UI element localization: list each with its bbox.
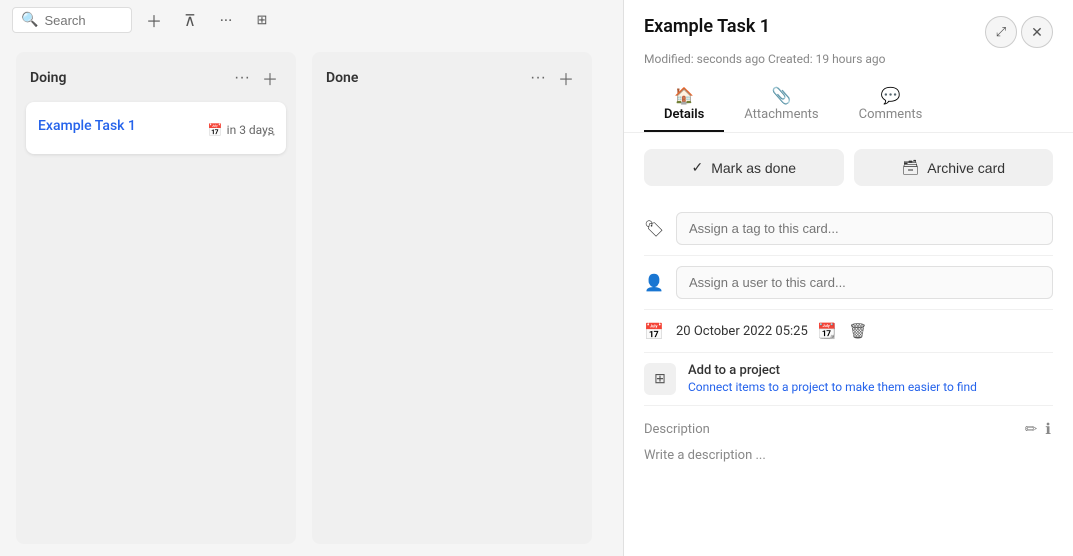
board-area: 🔍 ＋ ⊼ ··· ⊞ Doing ··· ＋ Example Task 1 <box>0 0 623 556</box>
tab-attachments[interactable]: 📎 Attachments <box>724 78 838 132</box>
tab-attachments-label: Attachments <box>744 107 818 122</box>
home-icon: 🏠 <box>674 86 694 105</box>
detail-title: Example Task 1 <box>644 16 770 37</box>
detail-body: ✓ Mark as done 🗃 Archive card 🏷 👤 📅 20 O… <box>624 133 1073 556</box>
date-field: 📅 20 October 2022 05:25 📆 🗑 <box>644 310 1053 353</box>
description-info-button[interactable]: ℹ <box>1043 418 1053 440</box>
project-text: Add to a project Connect items to a proj… <box>688 363 1053 394</box>
tag-icon: 🏷 <box>644 219 664 239</box>
column-add-done[interactable]: ＋ <box>554 64 578 92</box>
detail-header-actions: ⤢ ✕ <box>985 16 1053 48</box>
close-icon: ✕ <box>1031 24 1043 41</box>
description-section: Description ✏ ℹ Write a description ... <box>644 406 1053 475</box>
archive-icon: 🗃 <box>901 159 919 176</box>
description-header: Description ✏ ℹ <box>644 418 1053 440</box>
projects-glyph: ⊞ <box>654 371 666 387</box>
description-actions: ✏ ℹ <box>1023 418 1053 440</box>
column-doing: Doing ··· ＋ Example Task 1 📅 in 3 days ·… <box>16 52 296 544</box>
mark-done-label: Mark as done <box>711 160 796 176</box>
project-icon: ⊞ <box>644 363 676 395</box>
project-field[interactable]: ⊞ Add to a project Connect items to a pr… <box>644 353 1053 406</box>
action-buttons: ✓ Mark as done 🗃 Archive card <box>644 149 1053 186</box>
trash-icon: 🗑 <box>848 323 867 340</box>
column-actions-doing: ··· ＋ <box>230 64 282 92</box>
board-columns: Doing ··· ＋ Example Task 1 📅 in 3 days ·… <box>0 40 623 556</box>
tag-input[interactable] <box>676 212 1053 245</box>
mark-done-button[interactable]: ✓ Mark as done <box>644 149 844 186</box>
project-title: Add to a project <box>688 363 1053 378</box>
description-placeholder[interactable]: Write a description ... <box>644 448 1053 463</box>
search-icon: 🔍 <box>21 12 38 28</box>
column-header-doing: Doing ··· ＋ <box>26 62 286 94</box>
date-content: 20 October 2022 05:25 📆 🗑 <box>676 320 1053 342</box>
tab-comments-label: Comments <box>859 107 923 122</box>
paperclip-icon: 📎 <box>771 86 791 105</box>
column-done: Done ··· ＋ <box>312 52 592 544</box>
search-input[interactable] <box>44 13 124 28</box>
column-title-done: Done <box>326 70 358 86</box>
add-icon[interactable]: ＋ <box>140 6 168 34</box>
column-header-done: Done ··· ＋ <box>322 62 582 94</box>
external-link-icon: ⤢ <box>996 24 1006 40</box>
user-field: 👤 <box>644 256 1053 310</box>
archive-card-button[interactable]: 🗃 Archive card <box>854 149 1054 186</box>
date-value: 20 October 2022 05:25 <box>676 324 808 339</box>
card-meta: Example Task 1 📅 in 3 days <box>38 118 274 142</box>
tab-comments[interactable]: 💬 Comments <box>839 78 943 132</box>
calendar-icon: 📅 <box>208 123 223 137</box>
date-delete-button[interactable]: 🗑 <box>846 320 869 342</box>
tag-field: 🏷 <box>644 202 1053 256</box>
project-subtitle: Connect items to a project to make them … <box>688 380 1053 394</box>
more-icon[interactable]: ··· <box>212 6 240 34</box>
detail-panel: Example Task 1 ⤢ ✕ Modified: seconds ago… <box>623 0 1073 556</box>
column-add-doing[interactable]: ＋ <box>258 64 282 92</box>
detail-title-row: Example Task 1 ⤢ ✕ <box>644 16 1053 48</box>
tab-details[interactable]: 🏠 Details <box>644 78 724 132</box>
column-title-doing: Doing <box>30 70 66 86</box>
view-icon[interactable]: ⊞ <box>248 6 276 34</box>
open-external-button[interactable]: ⤢ <box>985 16 1017 48</box>
tab-details-label: Details <box>664 107 704 122</box>
column-actions-done: ··· ＋ <box>526 64 578 92</box>
card-example-task-1[interactable]: Example Task 1 📅 in 3 days ··· <box>26 102 286 154</box>
user-icon: 👤 <box>644 273 664 293</box>
detail-meta: Modified: seconds ago Created: 19 hours … <box>644 52 1053 66</box>
board-toolbar: 🔍 ＋ ⊼ ··· ⊞ <box>0 0 623 40</box>
checkmark-icon: ✓ <box>691 159 703 176</box>
close-panel-button[interactable]: ✕ <box>1021 16 1053 48</box>
card-title: Example Task 1 <box>38 118 136 134</box>
comment-icon: 💬 <box>881 86 901 105</box>
description-label: Description <box>644 422 710 437</box>
description-edit-button[interactable]: ✏ <box>1023 418 1040 440</box>
user-input[interactable] <box>676 266 1053 299</box>
archive-label: Archive card <box>927 160 1005 176</box>
date-icon: 📅 <box>644 321 664 341</box>
calendar-picker-icon: 📆 <box>818 323 837 340</box>
column-more-done[interactable]: ··· <box>526 67 550 89</box>
detail-tabs: 🏠 Details 📎 Attachments 💬 Comments <box>644 78 1053 132</box>
column-more-doing[interactable]: ··· <box>230 67 254 89</box>
date-calendar-button[interactable]: 📆 <box>816 320 839 342</box>
detail-header: Example Task 1 ⤢ ✕ Modified: seconds ago… <box>624 0 1073 133</box>
search-box[interactable]: 🔍 <box>12 7 132 33</box>
card-more-button[interactable]: ··· <box>262 125 276 146</box>
filter-icon[interactable]: ⊼ <box>176 6 204 34</box>
